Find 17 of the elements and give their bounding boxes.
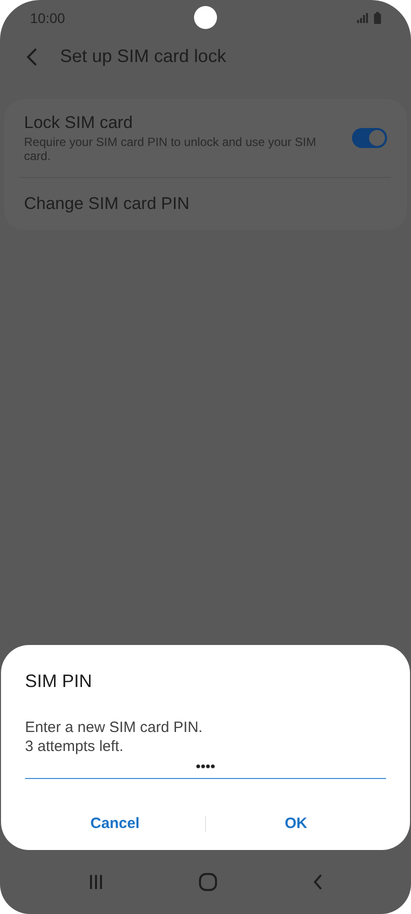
back-icon[interactable] <box>26 48 38 66</box>
toggle-switch[interactable] <box>352 128 387 148</box>
recent-apps-icon[interactable] <box>88 874 104 890</box>
back-icon[interactable] <box>312 874 324 890</box>
dialog-button[interactable]: OK <box>206 805 386 842</box>
signal-icon <box>357 13 369 23</box>
setting-title[interactable]: Lock SIM card <box>24 113 344 133</box>
dialog-title: SIM PIN <box>25 671 94 692</box>
camera-hole-icon <box>194 6 217 29</box>
battery-icon <box>374 12 381 24</box>
dialog-button[interactable]: Cancel <box>25 805 205 842</box>
home-icon[interactable] <box>198 873 216 891</box>
page-title: Set up SIM card lock <box>60 46 226 67</box>
dialog-message: Enter a new SIM card PIN. 3 attempts left. <box>25 718 204 756</box>
setting-title[interactable]: Change SIM card PIN <box>24 194 190 214</box>
pin-field[interactable]: •••• <box>25 758 386 779</box>
status-time: 10:00 <box>30 10 66 26</box>
